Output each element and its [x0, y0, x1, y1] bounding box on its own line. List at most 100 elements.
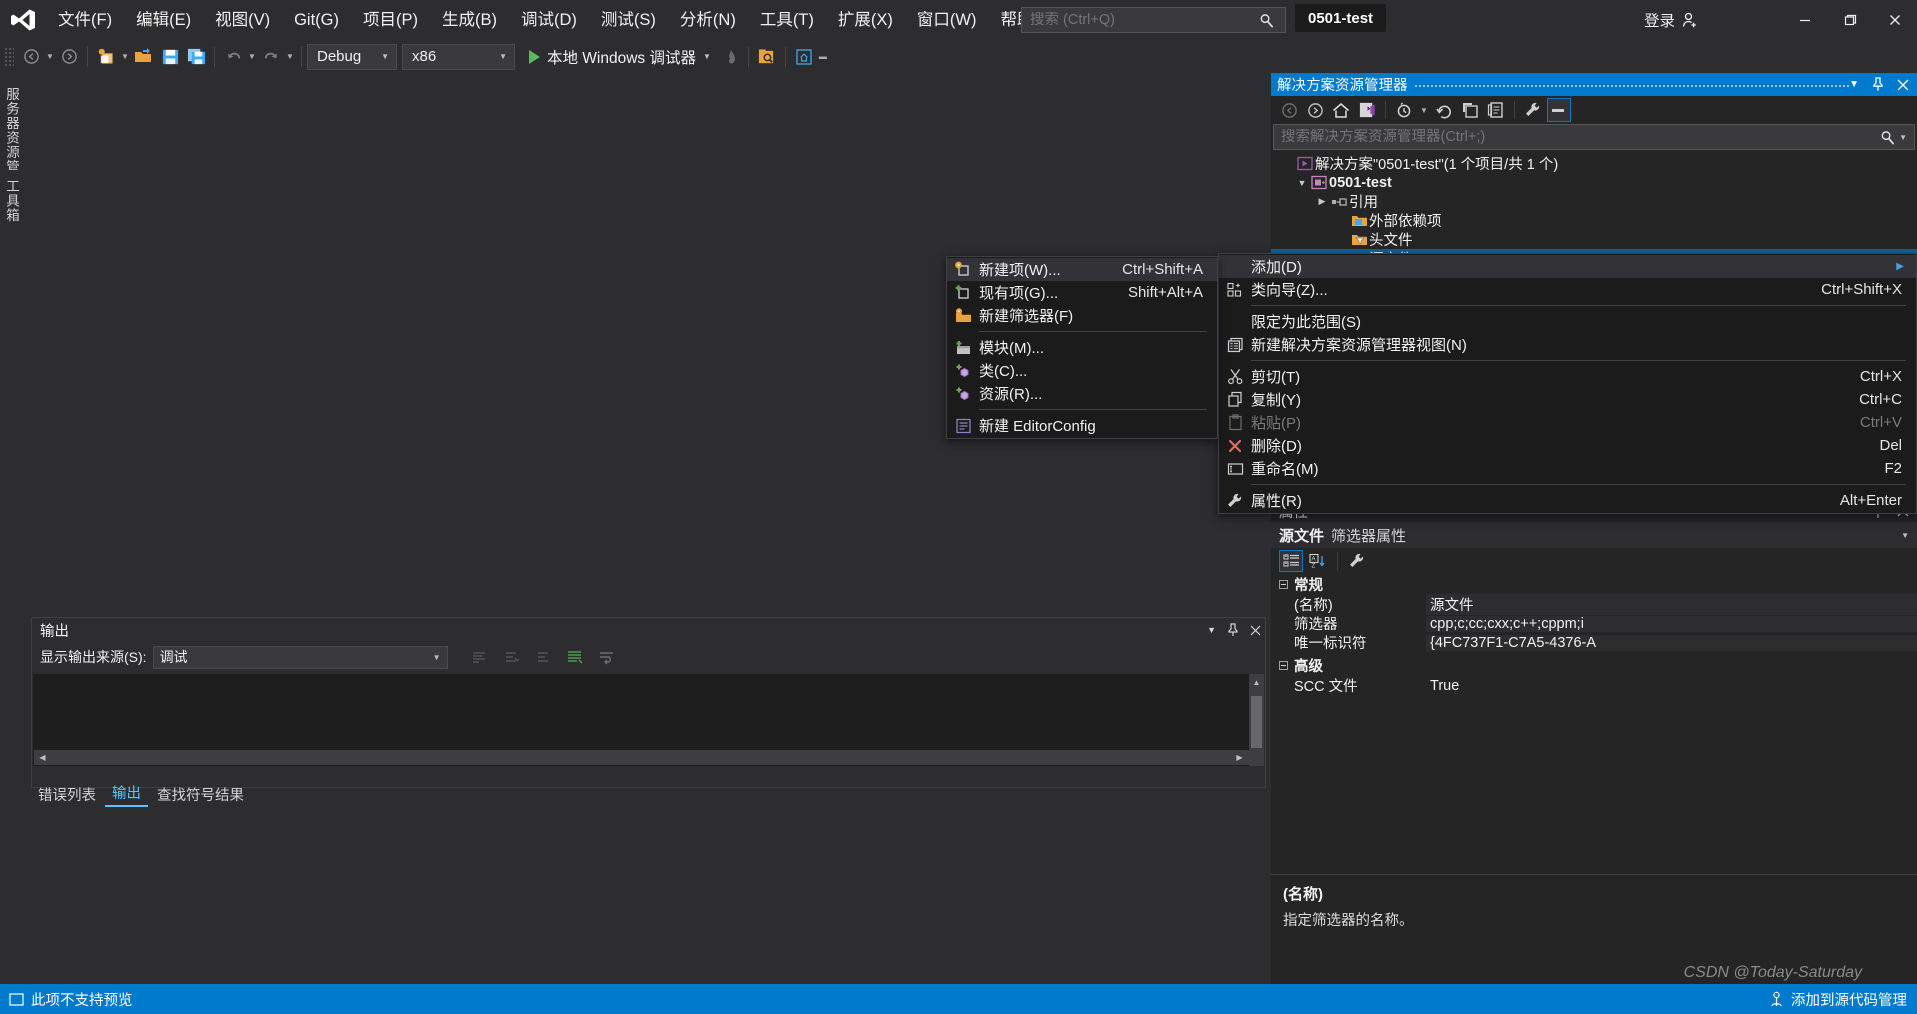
collapse-box-icon[interactable] [1279, 661, 1288, 670]
start-debug-button[interactable]: 本地 Windows 调试器 ▼ [523, 44, 717, 70]
menu-debug[interactable]: 调试(D) [509, 0, 589, 40]
undo-icon[interactable] [220, 44, 246, 70]
status-right-text[interactable]: 添加到源代码管理 [1791, 989, 1907, 1010]
refresh-icon[interactable] [1432, 98, 1456, 122]
chevron-down-icon[interactable]: ▼ [703, 52, 711, 61]
property-row[interactable]: 唯一标识符 {4FC737F1-C7A5-4376-A [1271, 633, 1917, 652]
property-pages-icon[interactable] [1345, 550, 1369, 572]
submenu-item-module[interactable]: 模块(M)... [947, 336, 1217, 359]
close-icon[interactable] [1250, 625, 1261, 636]
context-menu-item-cut[interactable]: 剪切(T) Ctrl+X [1219, 365, 1916, 388]
expander-expand-icon[interactable]: ▶ [1315, 196, 1329, 207]
properties-object-selector[interactable]: 源文件 筛选器属性 ▼ [1271, 522, 1917, 548]
navigate-back-dropdown-icon[interactable]: ▼ [44, 44, 56, 70]
output-text-area[interactable]: ▲ ▼ ◀ ▶ [33, 674, 1264, 766]
property-row[interactable]: (名称) 源文件 [1271, 594, 1917, 615]
forward-icon[interactable] [1303, 98, 1327, 122]
context-menu-item-properties[interactable]: 属性(R) Alt+Enter [1219, 489, 1916, 512]
close-button[interactable] [1872, 0, 1917, 40]
context-menu-item-class-wizard[interactable]: 类向导(Z)... Ctrl+Shift+X [1219, 278, 1916, 301]
expander-collapse-icon[interactable]: ▼ [1295, 178, 1309, 188]
scrollbar-thumb[interactable] [1251, 696, 1262, 748]
scroll-right-icon[interactable]: ▶ [1231, 750, 1248, 765]
preview-selected-items-icon[interactable] [1547, 98, 1571, 122]
menu-file[interactable]: 文件(F) [46, 0, 124, 40]
property-value[interactable]: 源文件 [1426, 594, 1917, 615]
menu-edit[interactable]: 编辑(E) [124, 0, 203, 40]
context-menu-item-rename[interactable]: 重命名(M) F2 [1219, 457, 1916, 480]
find-message-icon[interactable] [466, 644, 492, 670]
menu-analyze[interactable]: 分析(N) [668, 0, 748, 40]
property-value[interactable]: True [1426, 678, 1917, 694]
minimize-button[interactable] [1782, 0, 1827, 40]
submenu-item-class[interactable]: 类(C)... [947, 359, 1217, 382]
wrench-icon[interactable] [1521, 98, 1545, 122]
context-menu-item-copy[interactable]: 复制(Y) Ctrl+C [1219, 388, 1916, 411]
menu-build[interactable]: 生成(B) [430, 0, 509, 40]
go-to-previous-icon[interactable] [498, 644, 524, 670]
new-project-dropdown-icon[interactable]: ▼ [119, 44, 131, 70]
menu-window[interactable]: 窗口(W) [905, 0, 989, 40]
property-value[interactable]: {4FC737F1-C7A5-4376-A [1426, 634, 1917, 651]
global-search[interactable] [1021, 7, 1286, 33]
submenu-item-new-filter[interactable]: 新建筛选器(F) [947, 304, 1217, 327]
submenu-item-new-editorconfig[interactable]: 新建 EditorConfig [947, 414, 1217, 437]
undo-dropdown-icon[interactable]: ▼ [246, 44, 258, 70]
sidebar-item-toolbox[interactable]: 工具箱 [0, 170, 22, 232]
menu-project[interactable]: 项目(P) [351, 0, 430, 40]
property-row[interactable]: 筛选器 cpp;c;cc;cxx;c++;cppm;i [1271, 614, 1917, 633]
navigate-back-icon[interactable] [18, 44, 44, 70]
tree-row-solution[interactable]: 解决方案"0501-test"(1 个项目/共 1 个) [1271, 154, 1917, 173]
output-source-combo[interactable]: 调试 ▼ [152, 645, 448, 669]
toggle-word-wrap-icon[interactable] [594, 644, 620, 670]
menu-test[interactable]: 测试(S) [589, 0, 668, 40]
menu-extensions[interactable]: 扩展(X) [826, 0, 905, 40]
back-icon[interactable] [1277, 98, 1301, 122]
toolbar-overflow-icon[interactable]: ▬ [817, 44, 829, 70]
pin-icon[interactable] [1227, 623, 1239, 637]
tree-row-project[interactable]: ▼ 0501-test [1271, 173, 1917, 192]
navigate-forward-icon[interactable] [56, 44, 82, 70]
property-row[interactable]: SCC 文件 True [1271, 676, 1917, 696]
home-window-icon[interactable] [791, 44, 817, 70]
solution-explorer-search[interactable]: ▼ [1273, 124, 1915, 150]
save-icon[interactable] [157, 44, 183, 70]
properties-window-icon[interactable] [1484, 98, 1508, 122]
menu-git[interactable]: Git(G) [282, 0, 351, 40]
search-solution-icon[interactable] [754, 44, 780, 70]
search-options-dropdown-icon[interactable]: ▼ [1899, 133, 1914, 142]
submenu-item-resource[interactable]: 资源(R)... [947, 382, 1217, 405]
properties-category-advanced[interactable]: 高级 [1271, 655, 1917, 676]
categorized-view-icon[interactable] [1279, 550, 1303, 572]
go-to-next-icon[interactable] [530, 644, 556, 670]
open-file-icon[interactable] [131, 44, 157, 70]
tree-row-external-dependencies[interactable]: 外部依赖项 [1271, 211, 1917, 230]
collapse-box-icon[interactable] [1279, 580, 1288, 589]
sign-in-button[interactable]: 登录 [1644, 0, 1699, 40]
home-icon[interactable] [1329, 98, 1353, 122]
context-menu-item-delete[interactable]: 删除(D) Del [1219, 434, 1916, 457]
collapse-all-icon[interactable] [1458, 98, 1482, 122]
clear-output-icon[interactable] [562, 644, 588, 670]
tree-row-header-files[interactable]: 头文件 [1271, 230, 1917, 249]
solution-platform-combo[interactable]: x86 ▼ [402, 43, 515, 70]
pending-changes-icon[interactable] [1392, 98, 1416, 122]
context-menu-item-new-solution-explorer-view[interactable]: 新建解决方案资源管理器视图(N) [1219, 333, 1916, 356]
menu-tools[interactable]: 工具(T) [748, 0, 826, 40]
scroll-up-icon[interactable]: ▲ [1249, 674, 1264, 691]
tree-row-references[interactable]: ▶ 引用 [1271, 192, 1917, 211]
output-dropdown-icon[interactable]: ▼ [1207, 625, 1216, 635]
scroll-left-icon[interactable]: ◀ [34, 750, 51, 765]
save-all-icon[interactable] [183, 44, 209, 70]
show-all-files-icon[interactable] [1355, 98, 1379, 122]
tab-error-list[interactable]: 错误列表 [31, 782, 103, 807]
property-value[interactable]: cpp;c;cc;cxx;c++;cppm;i [1426, 615, 1917, 632]
submenu-item-existing-item[interactable]: 现有项(G)... Shift+Alt+A [947, 281, 1217, 304]
context-menu-item-scope-to-this[interactable]: 限定为此范围(S) [1219, 310, 1916, 333]
pin-icon[interactable] [1872, 77, 1884, 92]
redo-icon[interactable] [258, 44, 284, 70]
submenu-item-new-item[interactable]: 新建项(W)... Ctrl+Shift+A [947, 258, 1217, 281]
solution-search-input[interactable] [1274, 129, 1881, 145]
menu-view[interactable]: 视图(V) [203, 0, 282, 40]
solution-configuration-combo[interactable]: Debug ▼ [307, 43, 397, 70]
